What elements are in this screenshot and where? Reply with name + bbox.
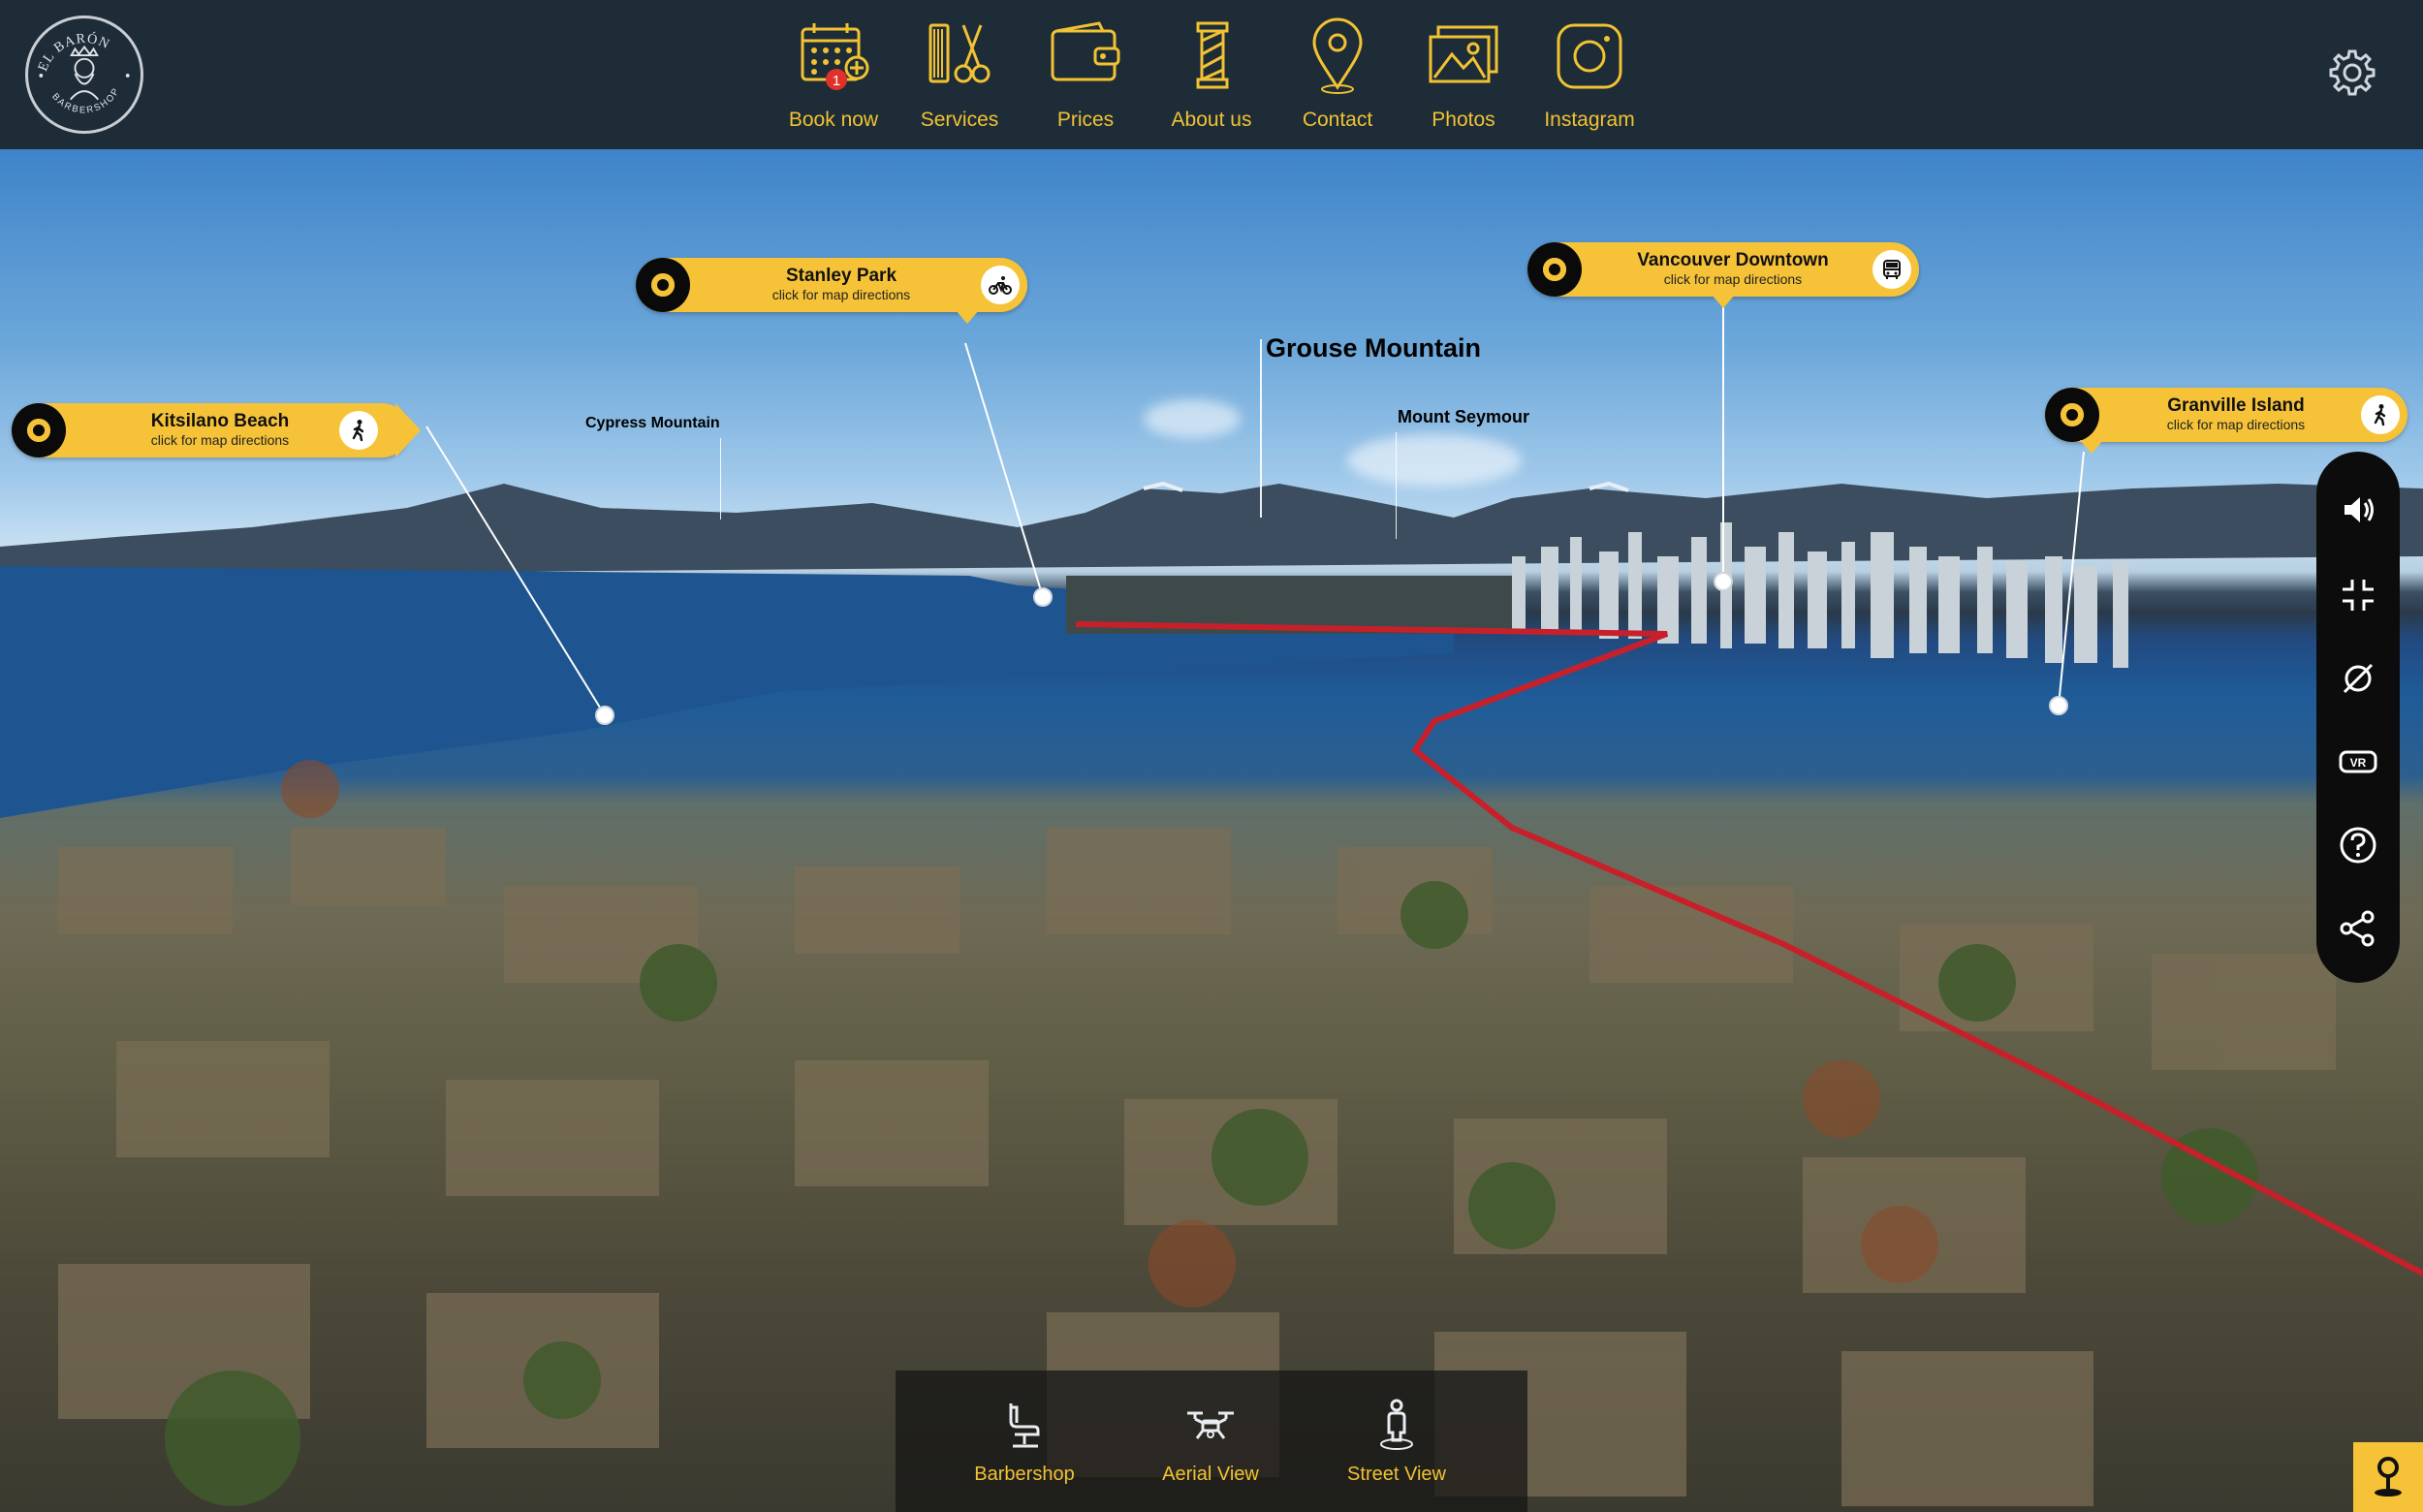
location-dot-kitsilano-beach[interactable] xyxy=(595,706,614,725)
aerial-panorama-view[interactable]: Grouse Mountain Cypress Mountain Mount S… xyxy=(0,149,2423,1512)
brand-subtitle-text: BARBERSHOP xyxy=(49,85,120,115)
pin-pointer xyxy=(395,403,421,457)
pin-pointer xyxy=(956,310,979,324)
pin-pointer xyxy=(1712,295,1735,308)
person-location-icon xyxy=(2375,1457,2402,1496)
nav-label: Contact xyxy=(1302,109,1373,131)
nav-label: Instagram xyxy=(1544,109,1635,131)
location-dot-stanley-park[interactable] xyxy=(1033,587,1053,607)
peak-leader-line xyxy=(1396,432,1397,539)
nav-photos[interactable]: Photos xyxy=(1396,17,1531,143)
location-corner-button[interactable] xyxy=(2353,1442,2423,1512)
dock-street-view[interactable]: Street View xyxy=(1314,1398,1479,1486)
nav-label: Photos xyxy=(1432,109,1495,131)
nav-instagram[interactable]: Instagram xyxy=(1522,17,1657,143)
pin-title: Vancouver Downtown xyxy=(1637,250,1829,270)
pin-subtitle: click for map directions xyxy=(771,287,911,302)
comb-scissors-icon xyxy=(928,23,991,83)
calendar-plus-icon: 1 xyxy=(801,23,869,90)
peak-leader-line xyxy=(720,438,721,520)
volume-icon[interactable] xyxy=(2339,490,2377,529)
pin-granville-island[interactable]: Granville Island click for map direction… xyxy=(2045,388,2407,454)
peak-label-cypress-mountain: Cypress Mountain xyxy=(585,415,720,431)
nav-about-us[interactable]: About us xyxy=(1144,17,1279,143)
dock-aerial-view[interactable]: Aerial View xyxy=(1128,1398,1293,1486)
pin-pointer xyxy=(2080,440,2103,454)
vr-icon[interactable]: VR xyxy=(2339,742,2377,781)
bicycle-icon[interactable] xyxy=(981,266,1020,304)
logo-emblem: EL BARÓN BARBERSHOP xyxy=(35,30,130,115)
drone-icon xyxy=(1187,1411,1234,1439)
person-pin-icon xyxy=(1380,1399,1413,1450)
svg-text:VR: VR xyxy=(2350,756,2367,770)
viewer-toolbar: VR xyxy=(2316,452,2400,983)
help-icon[interactable] xyxy=(2339,826,2377,865)
dock-label: Aerial View xyxy=(1162,1464,1259,1485)
share-icon[interactable] xyxy=(2339,909,2377,948)
nav-label: Services xyxy=(920,109,999,131)
pin-vancouver-downtown[interactable]: Vancouver Downtown click for map directi… xyxy=(1527,242,1919,308)
nav-services[interactable]: Services xyxy=(892,17,1027,143)
walking-icon[interactable] xyxy=(2361,395,2400,434)
bus-icon[interactable] xyxy=(1872,250,1911,289)
nav-label: Book now xyxy=(788,109,879,131)
pin-subtitle: click for map directions xyxy=(2166,417,2306,432)
pin-title: Granville Island xyxy=(2167,395,2305,416)
dock-label: Street View xyxy=(1347,1464,1446,1485)
wallet-icon xyxy=(1051,21,1120,81)
nav-book-now[interactable]: 1 Book now xyxy=(766,17,901,143)
barber-pole-icon xyxy=(1196,21,1229,89)
pin-stanley-park[interactable]: Stanley Park click for map directions xyxy=(636,258,1027,324)
view-switcher-dock: Barbershop Aerial View Street View xyxy=(896,1370,1527,1512)
pin-subtitle: click for map directions xyxy=(1663,271,1803,287)
dock-barbershop[interactable]: Barbershop xyxy=(942,1398,1107,1486)
nav-contact[interactable]: Contact xyxy=(1270,17,1405,143)
nav-label: Prices xyxy=(1056,109,1115,131)
nav-prices[interactable]: Prices xyxy=(1018,17,1153,143)
photos-icon xyxy=(1429,25,1498,83)
dock-label: Barbershop xyxy=(974,1464,1075,1485)
location-pin-icon xyxy=(1312,17,1363,94)
top-navigation-bar: EL BARÓN BARBERSHOP 1 Book now Services … xyxy=(0,0,2423,149)
peak-label-grouse-mountain: Grouse Mountain xyxy=(1266,333,1481,362)
peak-leader-line xyxy=(1260,339,1262,518)
brand-logo[interactable]: EL BARÓN BARBERSHOP xyxy=(25,16,143,134)
walking-icon[interactable] xyxy=(339,411,378,450)
svg-text:1: 1 xyxy=(833,73,840,89)
svg-text:BARBERSHOP: BARBERSHOP xyxy=(49,85,122,115)
instagram-icon xyxy=(1557,23,1622,89)
pin-title: Stanley Park xyxy=(785,266,897,286)
peak-label-mount-seymour: Mount Seymour xyxy=(1398,407,1530,426)
gear-icon[interactable] xyxy=(2328,48,2376,97)
fullscreen-exit-icon[interactable] xyxy=(2339,576,2377,614)
panorama-scenery xyxy=(0,481,2423,1506)
barber-chair-icon xyxy=(1009,1403,1040,1448)
nav-label: About us xyxy=(1171,109,1252,131)
location-dot-granville-island[interactable] xyxy=(2049,696,2068,715)
location-dot-vancouver-downtown[interactable] xyxy=(1714,572,1733,591)
gyro-off-icon[interactable] xyxy=(2339,659,2377,698)
pin-kitsilano-beach[interactable]: Kitsilano Beach click for map directions xyxy=(12,403,421,457)
